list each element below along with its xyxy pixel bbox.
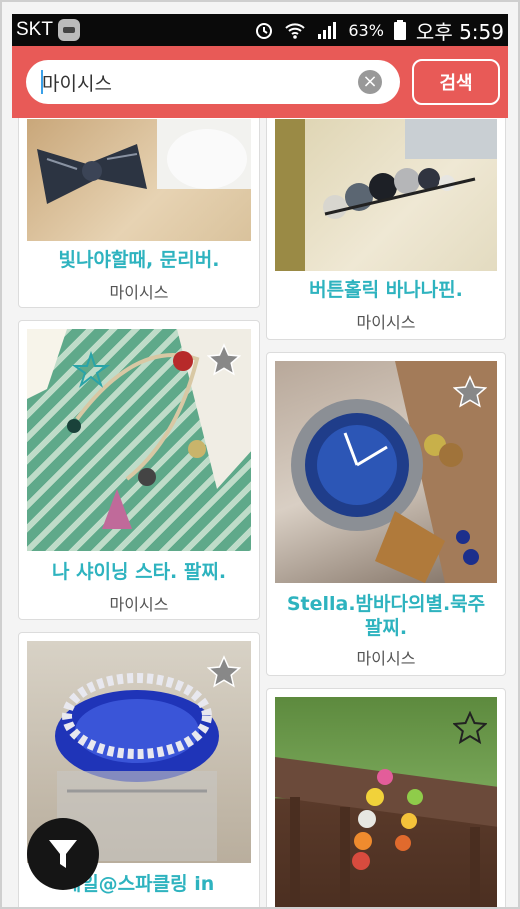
shop-name[interactable]: 마이시스 <box>267 645 505 669</box>
clock: 오후 5:59 <box>415 19 504 44</box>
product-card[interactable]: 나 샤이닝 스타. 팔찌. 마이시스 <box>18 320 260 620</box>
product-title[interactable]: 빛나야할때, 문리버. <box>19 249 259 272</box>
star-icon[interactable] <box>207 655 241 689</box>
status-bar: SKT 63% 오후 5:59 <box>12 14 508 46</box>
wifi-icon <box>285 23 306 39</box>
alarm-icon <box>256 23 273 39</box>
shop-name[interactable]: 마이시스 <box>19 591 259 615</box>
bow-hairpin-image <box>37 119 251 204</box>
product-image <box>27 119 251 241</box>
battery-percent: 63% <box>348 20 384 40</box>
product-image <box>275 119 497 271</box>
product-image <box>275 361 497 583</box>
clear-icon[interactable]: × <box>358 70 382 94</box>
star-icon[interactable] <box>207 343 241 377</box>
product-title-line-2[interactable]: 팔찌. <box>267 617 505 640</box>
shop-name[interactable]: 마이시스 <box>19 279 259 303</box>
product-card[interactable] <box>266 688 506 907</box>
signal-icon <box>318 22 337 39</box>
search-button[interactable]: 검색 <box>412 59 500 105</box>
status-right: 63% 오후 5:59 <box>254 16 504 45</box>
star-icon[interactable] <box>453 375 487 409</box>
battery-icon <box>393 20 406 40</box>
search-query: 마이시스 <box>42 73 112 95</box>
filter-button[interactable] <box>27 818 99 890</box>
shop-name[interactable]: 마이시스 <box>267 309 505 333</box>
product-card[interactable]: 빛나야할때, 문리버. 마이시스 <box>18 102 260 308</box>
product-image <box>27 329 251 551</box>
button-hairpin-image <box>275 119 497 271</box>
product-title-line-1[interactable]: Stella.밤바다의별.묵주 <box>267 593 505 616</box>
product-title[interactable]: 버튼홀릭 바나나핀. <box>267 279 505 302</box>
product-card[interactable]: Stella.밤바다의별.묵주 팔찌. 마이시스 <box>266 352 506 676</box>
product-image <box>275 697 497 907</box>
notification-app-icon <box>57 19 80 41</box>
app-frame: SKT 63% 오후 5:59 마이시스 × 검색 빛나야할때, 문리버. 마이… <box>0 0 520 909</box>
product-title[interactable]: 나 샤이닝 스타. 팔찌. <box>19 561 259 584</box>
star-icon[interactable] <box>453 711 487 745</box>
product-card[interactable]: 버튼홀릭 바나나핀. 마이시스 <box>266 102 506 340</box>
search-input[interactable]: 마이시스 × <box>26 60 400 104</box>
carrier-label: SKT <box>16 19 53 40</box>
filter-icon <box>49 840 77 868</box>
search-header: 마이시스 × 검색 <box>12 46 508 118</box>
